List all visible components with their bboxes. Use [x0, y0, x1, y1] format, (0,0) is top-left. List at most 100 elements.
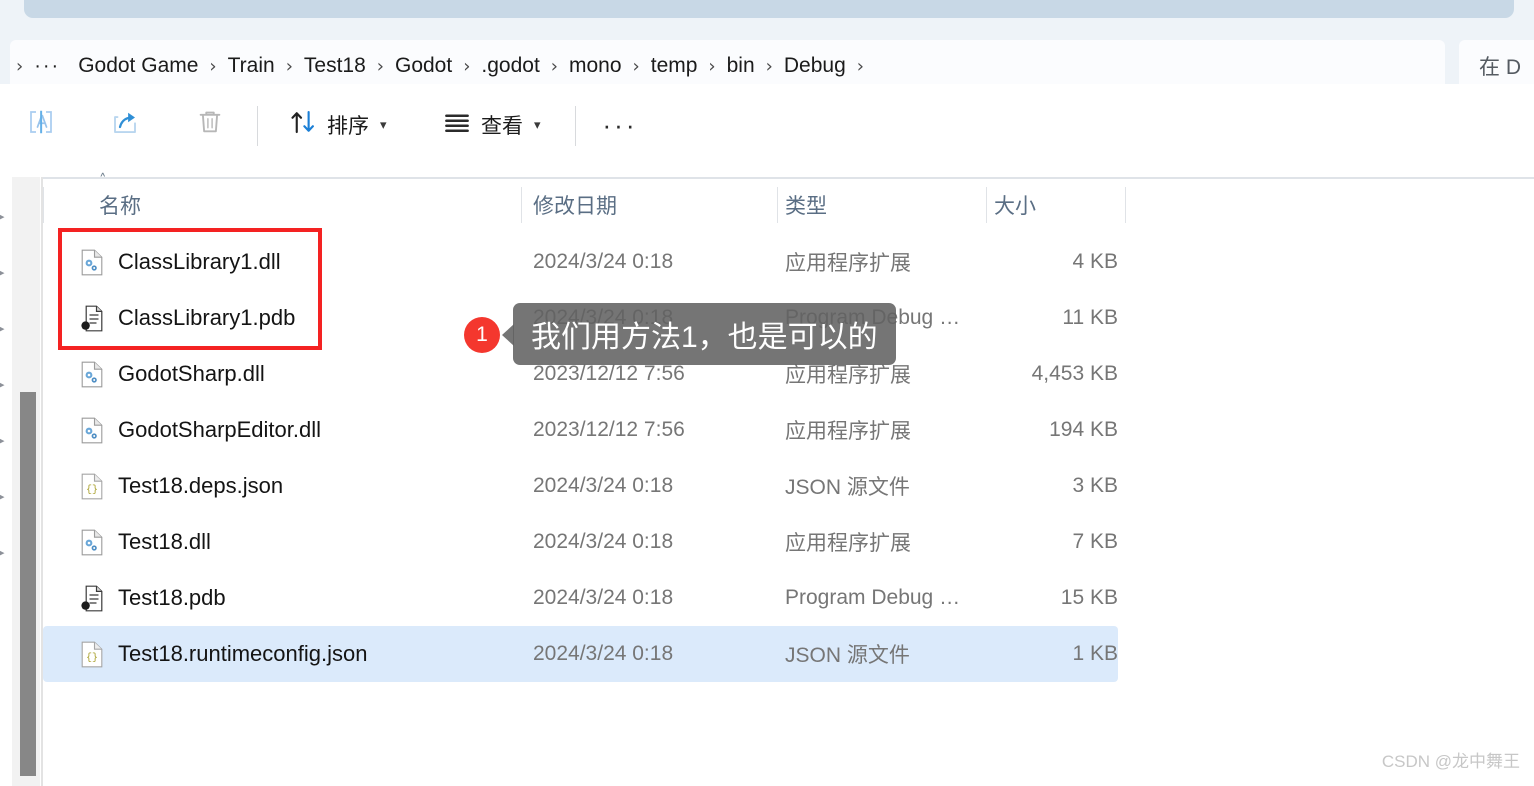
chevron-down-icon: ▾ — [534, 117, 541, 133]
breadcrumb-item-debug[interactable]: Debug — [775, 50, 855, 82]
breadcrumb-item-train[interactable]: Train — [219, 50, 284, 82]
file-type-cell: 应用程序扩展 — [785, 420, 911, 443]
navigation-tree-rail: ▸ ▸ ▸ ▸ ▸ ▸ ▸ — [0, 177, 12, 786]
breadcrumb-separator-leading: › — [16, 55, 24, 77]
column-divider[interactable] — [521, 187, 522, 223]
chevron-down-icon: ▾ — [380, 117, 387, 133]
file-type-cell: JSON 源文件 — [785, 644, 910, 667]
file-name-label: GodotSharp.dll — [118, 361, 265, 386]
table-row[interactable]: Test18.dll 2024/3/24 0:18 应用程序扩展 7 KB — [43, 514, 1118, 570]
file-size-cell: 1 KB — [1072, 642, 1118, 665]
share-icon — [110, 107, 140, 143]
file-type-cell: JSON 源文件 — [785, 476, 910, 499]
column-header-date[interactable]: 修改日期 — [533, 179, 617, 231]
breadcrumb-separator-icon[interactable]: › — [764, 56, 775, 77]
column-header-name-label: 名称 — [99, 195, 141, 218]
breadcrumb-separator-trailing[interactable]: › — [855, 56, 866, 77]
annotation-badge-1: 1 — [464, 317, 500, 353]
annotation-callout-text: 我们用方法1，也是可以的 — [531, 321, 878, 354]
table-row[interactable]: {} Test18.deps.json 2024/3/24 0:18 JSON 源文件… — [43, 458, 1118, 514]
share-button[interactable] — [100, 98, 150, 152]
file-name-cell: Test18.dll — [81, 529, 211, 556]
dll-file-icon — [81, 361, 103, 388]
file-date-cell: 2024/3/24 0:18 — [533, 530, 674, 553]
file-date-cell: 2024/3/24 0:18 — [533, 474, 674, 497]
breadcrumb-item-godot-game[interactable]: Godot Game — [69, 50, 207, 82]
tree-expand-chevron-icon[interactable]: ▸ — [0, 209, 11, 224]
file-name-cell: Test18.pdb — [81, 585, 226, 612]
svg-text:{}: {} — [86, 484, 98, 496]
file-size-cell: 7 KB — [1072, 530, 1118, 553]
column-header-date-label: 修改日期 — [533, 195, 617, 218]
view-list-icon — [442, 107, 472, 143]
file-size-cell: 4 KB — [1072, 250, 1118, 273]
file-name-cell: GodotSharp.dll — [81, 361, 265, 388]
view-label: 查看 — [481, 115, 523, 138]
breadcrumb-item-godot[interactable]: Godot — [386, 50, 461, 82]
file-name-label: Test18.deps.json — [118, 473, 284, 498]
file-date-cell: 2024/3/24 0:18 — [533, 250, 674, 273]
file-size-cell: 15 KB — [1060, 586, 1118, 609]
rename-button[interactable] — [16, 98, 66, 152]
sort-arrows-icon — [288, 107, 318, 143]
pdb-file-icon — [81, 305, 103, 332]
command-toolbar: 排序 ▾ 查看 ▾ ··· — [0, 84, 1534, 177]
more-options-button[interactable]: ··· — [592, 98, 648, 152]
file-size-cell: 194 KB — [1049, 418, 1118, 441]
column-divider[interactable] — [986, 187, 987, 223]
table-row[interactable]: {} Test18.runtimeconfig.json 2024/3/24 0:1… — [43, 626, 1118, 682]
watermark: CSDN @龙中舞王 — [1381, 752, 1520, 771]
breadcrumb-separator-icon[interactable]: › — [375, 56, 386, 77]
file-name-label: Test18.dll — [118, 529, 211, 554]
breadcrumb-separator-icon[interactable]: › — [549, 56, 560, 77]
view-button[interactable]: 查看 ▾ — [432, 98, 551, 152]
file-type-cell: 应用程序扩展 — [785, 252, 911, 275]
file-list: ClassLibrary1.dll 2024/3/24 0:18 应用程序扩展 4 K… — [43, 234, 1534, 682]
breadcrumb-item-dotgodot[interactable]: .godot — [472, 50, 548, 82]
table-row[interactable]: ClassLibrary1.dll 2024/3/24 0:18 应用程序扩展 4 K… — [43, 234, 1118, 290]
tree-expand-chevron-icon[interactable]: ▸ — [0, 265, 11, 280]
breadcrumb-separator-icon[interactable]: › — [284, 56, 295, 77]
vertical-scrollbar-thumb[interactable] — [20, 392, 36, 776]
column-divider[interactable] — [777, 187, 778, 223]
json-file-icon: {} — [81, 473, 103, 500]
file-name-label: GodotSharpEditor.dll — [118, 417, 322, 442]
breadcrumb-separator-icon[interactable]: › — [631, 56, 642, 77]
breadcrumb-item-mono[interactable]: mono — [560, 50, 631, 82]
breadcrumb-overflow-button[interactable]: ··· — [25, 51, 69, 82]
search-text: 在 D — [1479, 56, 1521, 79]
column-divider — [43, 187, 44, 223]
tree-expand-chevron-icon[interactable]: ▸ — [0, 433, 11, 448]
tree-expand-chevron-icon[interactable]: ▸ — [0, 489, 11, 504]
sort-ascending-caret-icon: ˄ — [99, 171, 107, 189]
file-explorer-window: › ··· Godot Game › Train › Test18 › Godo… — [0, 0, 1534, 786]
file-size-cell: 3 KB — [1072, 474, 1118, 497]
table-row[interactable]: GodotSharpEditor.dll 2023/12/12 7:56 应用程序扩… — [43, 402, 1118, 458]
table-row[interactable]: Test18.pdb 2024/3/24 0:18 Program Debug … 1… — [43, 570, 1118, 626]
column-header-type[interactable]: 类型 — [785, 179, 827, 231]
file-name-cell: GodotSharpEditor.dll — [81, 417, 321, 444]
delete-button[interactable] — [185, 98, 235, 152]
file-name-label: ClassLibrary1.pdb — [118, 305, 296, 330]
dll-file-icon — [81, 417, 103, 444]
file-list-panel: ˄ 名称 修改日期 类型 大小 ClassLibrary1.dll 2024/3/… — [43, 171, 1534, 786]
tree-expand-chevron-icon[interactable]: ▸ — [0, 377, 11, 392]
column-header-size[interactable]: 大小 — [994, 179, 1036, 231]
tree-expand-chevron-icon[interactable]: ▸ — [0, 321, 11, 336]
file-date-cell: 2024/3/24 0:18 — [533, 642, 674, 665]
breadcrumb-item-temp[interactable]: temp — [642, 50, 707, 82]
file-type-cell: 应用程序扩展 — [785, 532, 911, 555]
breadcrumb-separator-icon[interactable]: › — [207, 56, 218, 77]
breadcrumb-separator-icon[interactable]: › — [706, 56, 717, 77]
breadcrumb-separator-icon[interactable]: › — [461, 56, 472, 77]
breadcrumb-item-test18[interactable]: Test18 — [295, 50, 375, 82]
file-name-label: Test18.pdb — [118, 585, 226, 610]
breadcrumb-item-bin[interactable]: bin — [718, 50, 764, 82]
file-date-cell: 2024/3/24 0:18 — [533, 586, 674, 609]
file-date-cell: 2023/12/12 7:56 — [533, 362, 685, 385]
column-header-name[interactable]: ˄ 名称 — [99, 171, 141, 231]
active-tab[interactable] — [24, 0, 1514, 18]
tree-expand-chevron-icon[interactable]: ▸ — [0, 545, 11, 560]
sort-button[interactable]: 排序 ▾ — [278, 98, 397, 152]
column-divider[interactable] — [1125, 187, 1126, 223]
